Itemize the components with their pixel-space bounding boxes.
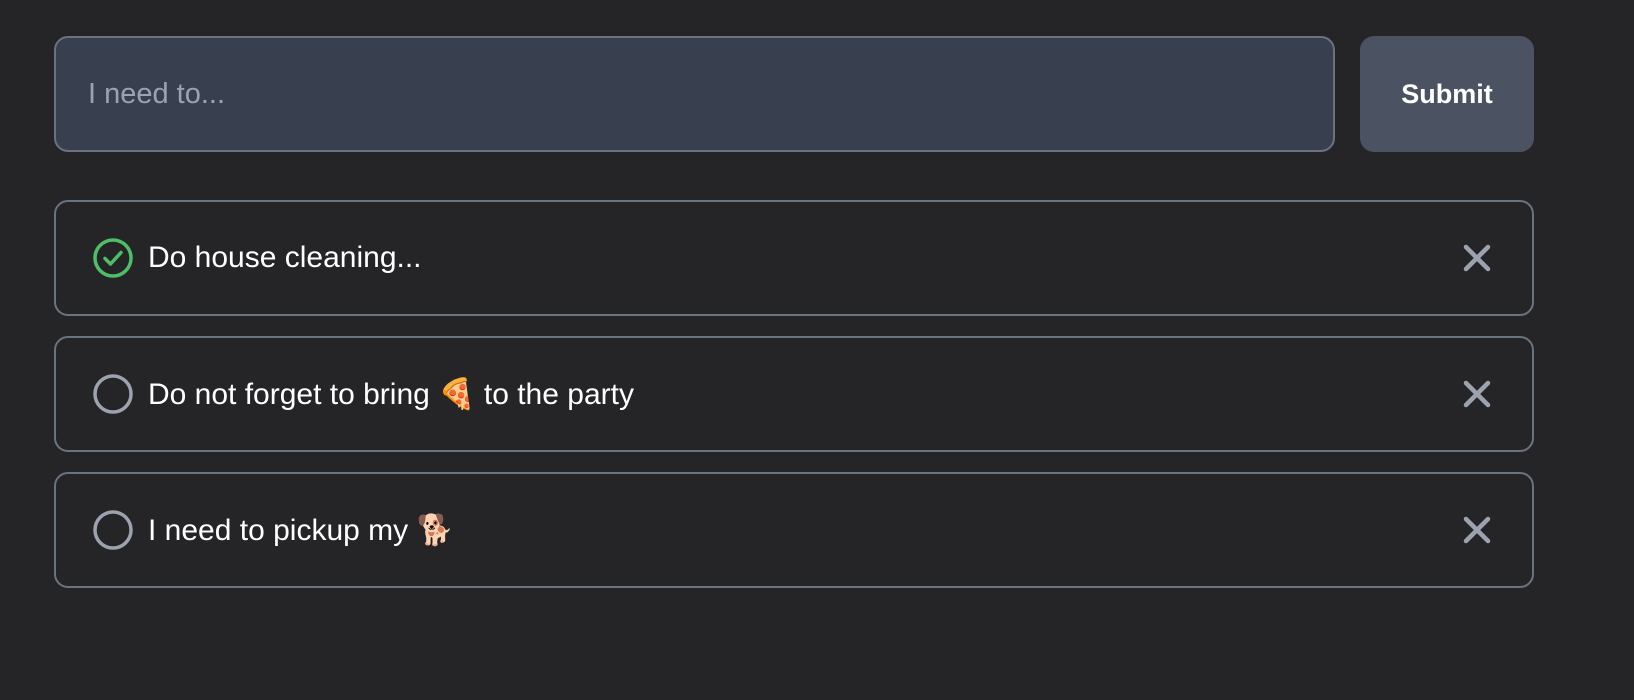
todo-text: Do house cleaning...: [148, 241, 422, 274]
todo-text: Do not forget to bring 🍕 to the party: [148, 377, 634, 411]
todo-item: Do house cleaning...: [54, 200, 1534, 316]
close-icon[interactable]: [1460, 241, 1494, 275]
circle-icon[interactable]: [92, 509, 134, 551]
todo-app: Submit Do house cleaning...: [54, 36, 1534, 608]
todo-input[interactable]: [54, 36, 1335, 152]
close-icon[interactable]: [1460, 377, 1494, 411]
circle-icon[interactable]: [92, 373, 134, 415]
todo-list: Do house cleaning... Do not forget to br…: [54, 200, 1534, 588]
add-todo-form: Submit: [54, 36, 1534, 152]
close-icon[interactable]: [1460, 513, 1494, 547]
submit-button[interactable]: Submit: [1360, 36, 1534, 152]
todo-item: Do not forget to bring 🍕 to the party: [54, 336, 1534, 452]
check-circle-icon[interactable]: [92, 237, 134, 279]
todo-item: I need to pickup my 🐕: [54, 472, 1534, 588]
todo-text: I need to pickup my 🐕: [148, 513, 454, 547]
